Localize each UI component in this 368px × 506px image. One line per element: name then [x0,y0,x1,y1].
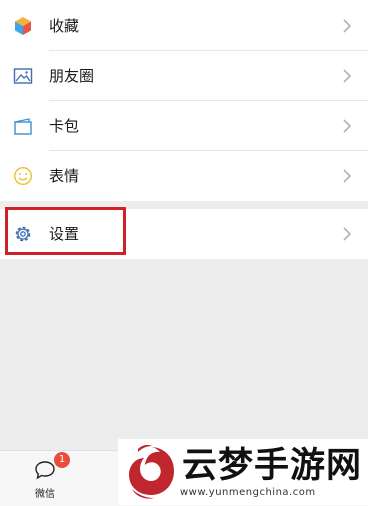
menu-item-moments[interactable]: 朋友圈 [0,51,368,101]
watermark-title: 云梦手游网 [182,446,363,486]
cards-icon [14,118,32,135]
stickers-icon [13,166,33,186]
chevron-right-icon [343,119,352,133]
menu-group: 收藏 朋友圈 卡包 表情 [0,0,368,201]
menu-item-favorites[interactable]: 收藏 [0,1,368,51]
chevron-right-icon [343,69,352,83]
chat-bubble-icon [35,461,55,480]
settings-highlight-box [5,207,126,255]
menu-item-stickers[interactable]: 表情 [0,151,368,201]
menu-item-label: 收藏 [49,17,80,35]
tab-label: 微信 [35,489,55,500]
moments-icon [13,68,33,84]
chevron-right-icon [343,169,352,183]
menu-item-label: 表情 [49,167,80,185]
menu-item-label: 卡包 [49,117,80,135]
favorites-icon [15,17,31,35]
watermark-logo-icon [129,445,174,499]
menu-item-label: 朋友圈 [49,67,95,85]
unread-badge: 1 [54,452,70,468]
watermark: 云梦手游网 www.yunmengchina.com [118,439,368,505]
menu-item-cards[interactable]: 卡包 [0,101,368,151]
chevron-right-icon [343,19,352,33]
watermark-url: www.yunmengchina.com [180,487,316,498]
chevron-right-icon [343,227,352,241]
